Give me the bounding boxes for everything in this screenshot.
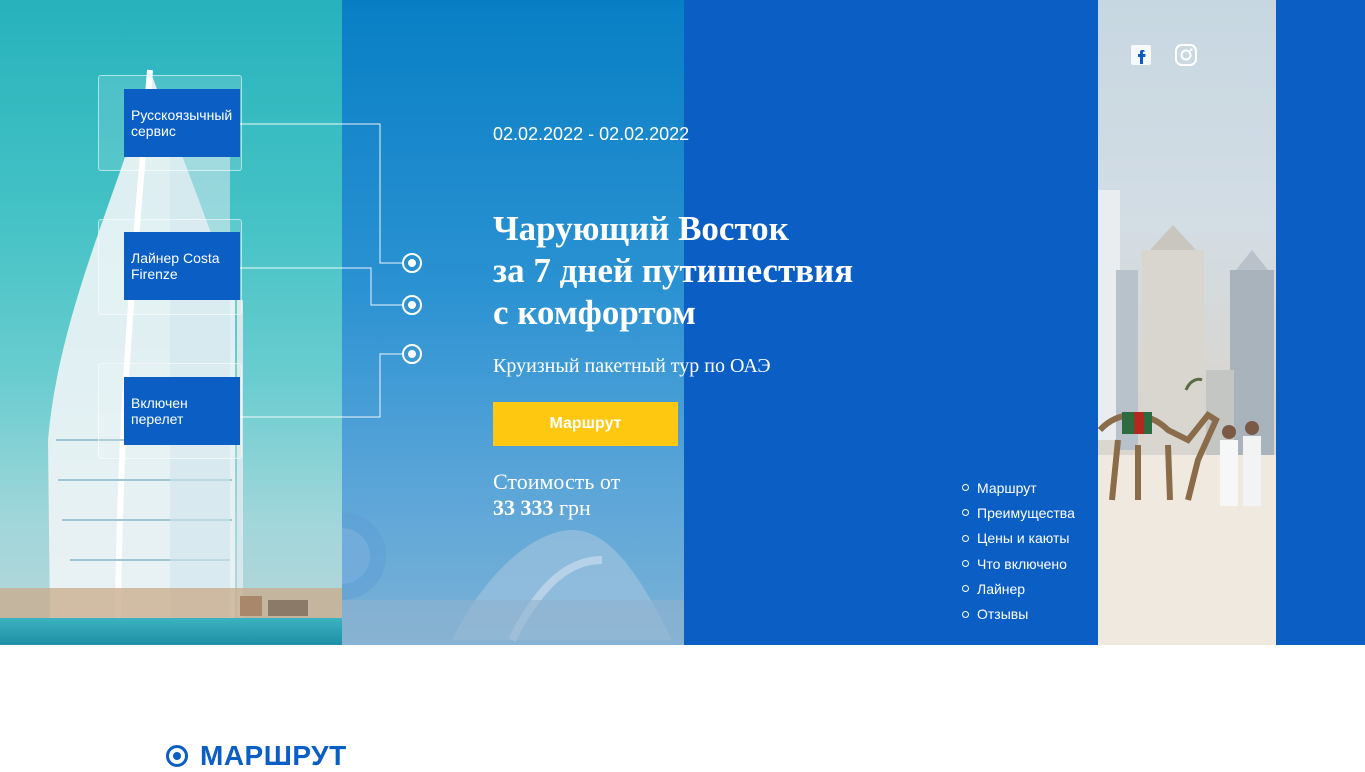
hero-title: Чарующий Восток за 7 дней путишествия с … <box>493 208 853 334</box>
price-value: 33 333 грн <box>493 495 591 521</box>
hero-title-line: с комфортом <box>493 293 696 332</box>
route-section-heading: МАРШРУТ <box>166 740 347 772</box>
bullet-icon <box>962 534 969 542</box>
hero-title-line: Чарующий Восток <box>493 209 789 248</box>
connector-node <box>402 344 422 364</box>
bullet-icon <box>962 610 969 618</box>
bullet-icon <box>962 484 969 492</box>
tour-date-range: 02.02.2022 - 02.02.2022 <box>493 124 690 144</box>
price-amount: 33 333 <box>493 495 554 520</box>
side-nav-item-included[interactable]: Что включено <box>962 551 1075 576</box>
hero-title-line: за 7 дней путишествия <box>493 251 854 290</box>
hero-photo-skyline <box>1098 0 1276 645</box>
side-nav-item-route[interactable]: Маршрут <box>962 475 1075 500</box>
side-nav: Маршрут Преимущества Цены и каюты Что вк… <box>962 475 1075 627</box>
bullet-icon <box>962 585 969 593</box>
skyline-illustration <box>1098 190 1276 645</box>
facebook-icon[interactable] <box>1130 44 1152 66</box>
bullet-icon <box>962 509 969 517</box>
side-nav-label: Цены и каюты <box>977 530 1070 547</box>
price-currency: грн <box>559 495 591 520</box>
hero-subtitle: Круизный пакетный тур по ОАЭ <box>493 355 771 377</box>
price-label: Стоимость от <box>493 469 621 494</box>
side-nav-item-advantages[interactable]: Преимущества <box>962 500 1075 525</box>
side-nav-label: Маршрут <box>977 479 1037 496</box>
instagram-icon[interactable] <box>1175 44 1197 66</box>
side-nav-label: Отзывы <box>977 606 1029 623</box>
feature-connectors <box>240 123 402 418</box>
side-nav-item-reviews[interactable]: Отзывы <box>962 601 1075 626</box>
hero-section: Русскоязычный сервис Лайнер Costa Firenz… <box>0 0 1365 645</box>
section-title: МАРШРУТ <box>200 740 347 771</box>
connector-node <box>402 295 422 315</box>
side-nav-label: Лайнер <box>977 580 1026 597</box>
side-nav-item-liner[interactable]: Лайнер <box>962 576 1075 601</box>
section-ring-icon <box>166 745 188 767</box>
connector-node <box>402 253 422 273</box>
side-nav-label: Что включено <box>977 555 1067 572</box>
bullet-icon <box>962 560 969 568</box>
side-nav-label: Преимущества <box>977 504 1075 521</box>
side-nav-item-prices[interactable]: Цены и каюты <box>962 526 1075 551</box>
route-button[interactable]: Маршрут <box>493 402 678 446</box>
